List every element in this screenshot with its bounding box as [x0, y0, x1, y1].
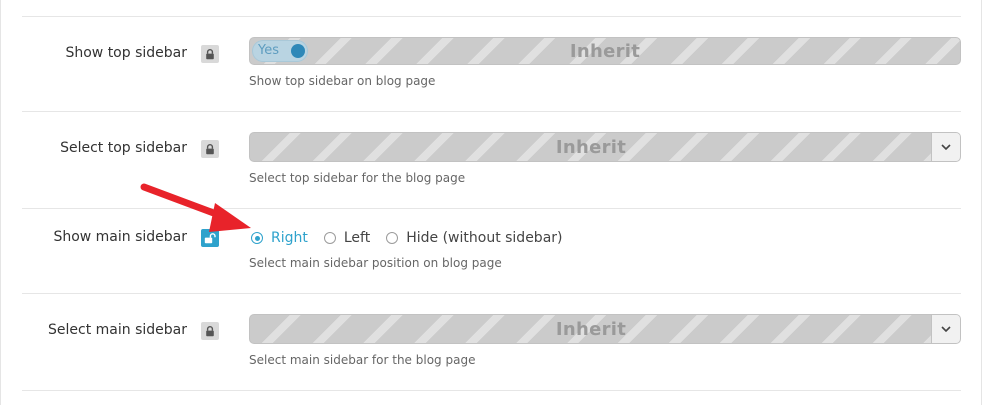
- radio-option-right[interactable]: Right: [251, 230, 308, 246]
- radio-button-left[interactable]: [323, 232, 336, 244]
- main-sidebar-position-radios: Right Left Hide (without sidebar): [251, 229, 579, 247]
- row-divider: [22, 16, 961, 17]
- lock-icon[interactable]: [201, 45, 219, 63]
- lock-icon-glyph: [206, 325, 214, 336]
- dropdown-toggle[interactable]: [931, 133, 960, 161]
- radio-option-hide[interactable]: Hide (without sidebar): [386, 230, 563, 246]
- row-divider: [22, 293, 961, 294]
- chevron-down-icon: [941, 144, 951, 150]
- settings-panel: Show top sidebar Inherit Yes Show top si…: [0, 0, 982, 405]
- select-main-sidebar-description: Select main sidebar for the blog page: [249, 353, 476, 367]
- radio-label-right[interactable]: Right: [271, 230, 308, 246]
- select-top-sidebar-dropdown[interactable]: Inherit: [249, 132, 961, 162]
- inherit-overlay-text: Inherit: [555, 136, 627, 158]
- dropdown-toggle[interactable]: [931, 315, 960, 343]
- lock-icon[interactable]: [201, 140, 219, 158]
- lock-icon[interactable]: [201, 322, 219, 340]
- chevron-down-icon: [941, 326, 951, 332]
- radio-label-left[interactable]: Left: [344, 230, 370, 246]
- inherit-overlay-text: Inherit: [569, 40, 641, 62]
- show-top-sidebar-label: Show top sidebar: [65, 45, 187, 61]
- select-top-sidebar-description: Select top sidebar for the blog page: [249, 171, 466, 185]
- select-main-sidebar-dropdown[interactable]: Inherit: [249, 314, 961, 344]
- select-main-sidebar-label: Select main sidebar: [48, 322, 187, 338]
- show-top-sidebar-toggle[interactable]: Yes: [252, 40, 308, 62]
- row-divider: [22, 390, 961, 391]
- radio-button-hide[interactable]: [386, 232, 399, 244]
- row-divider: [22, 111, 961, 112]
- show-main-sidebar-description: Select main sidebar position on blog pag…: [249, 256, 502, 270]
- select-top-sidebar-label: Select top sidebar: [60, 140, 187, 156]
- show-top-sidebar-description: Show top sidebar on blog page: [249, 74, 436, 88]
- inherit-overlay-text: Inherit: [555, 318, 627, 340]
- toggle-knob[interactable]: [291, 44, 305, 58]
- lock-icon-glyph: [206, 48, 214, 59]
- lock-icon-glyph: [206, 143, 214, 154]
- radio-option-left[interactable]: Left: [323, 230, 370, 246]
- radio-label-hide[interactable]: Hide (without sidebar): [406, 230, 562, 246]
- red-arrow-icon: [140, 183, 251, 232]
- show-top-sidebar-control[interactable]: Inherit Yes: [249, 37, 961, 65]
- toggle-yes-label: Yes: [258, 43, 279, 58]
